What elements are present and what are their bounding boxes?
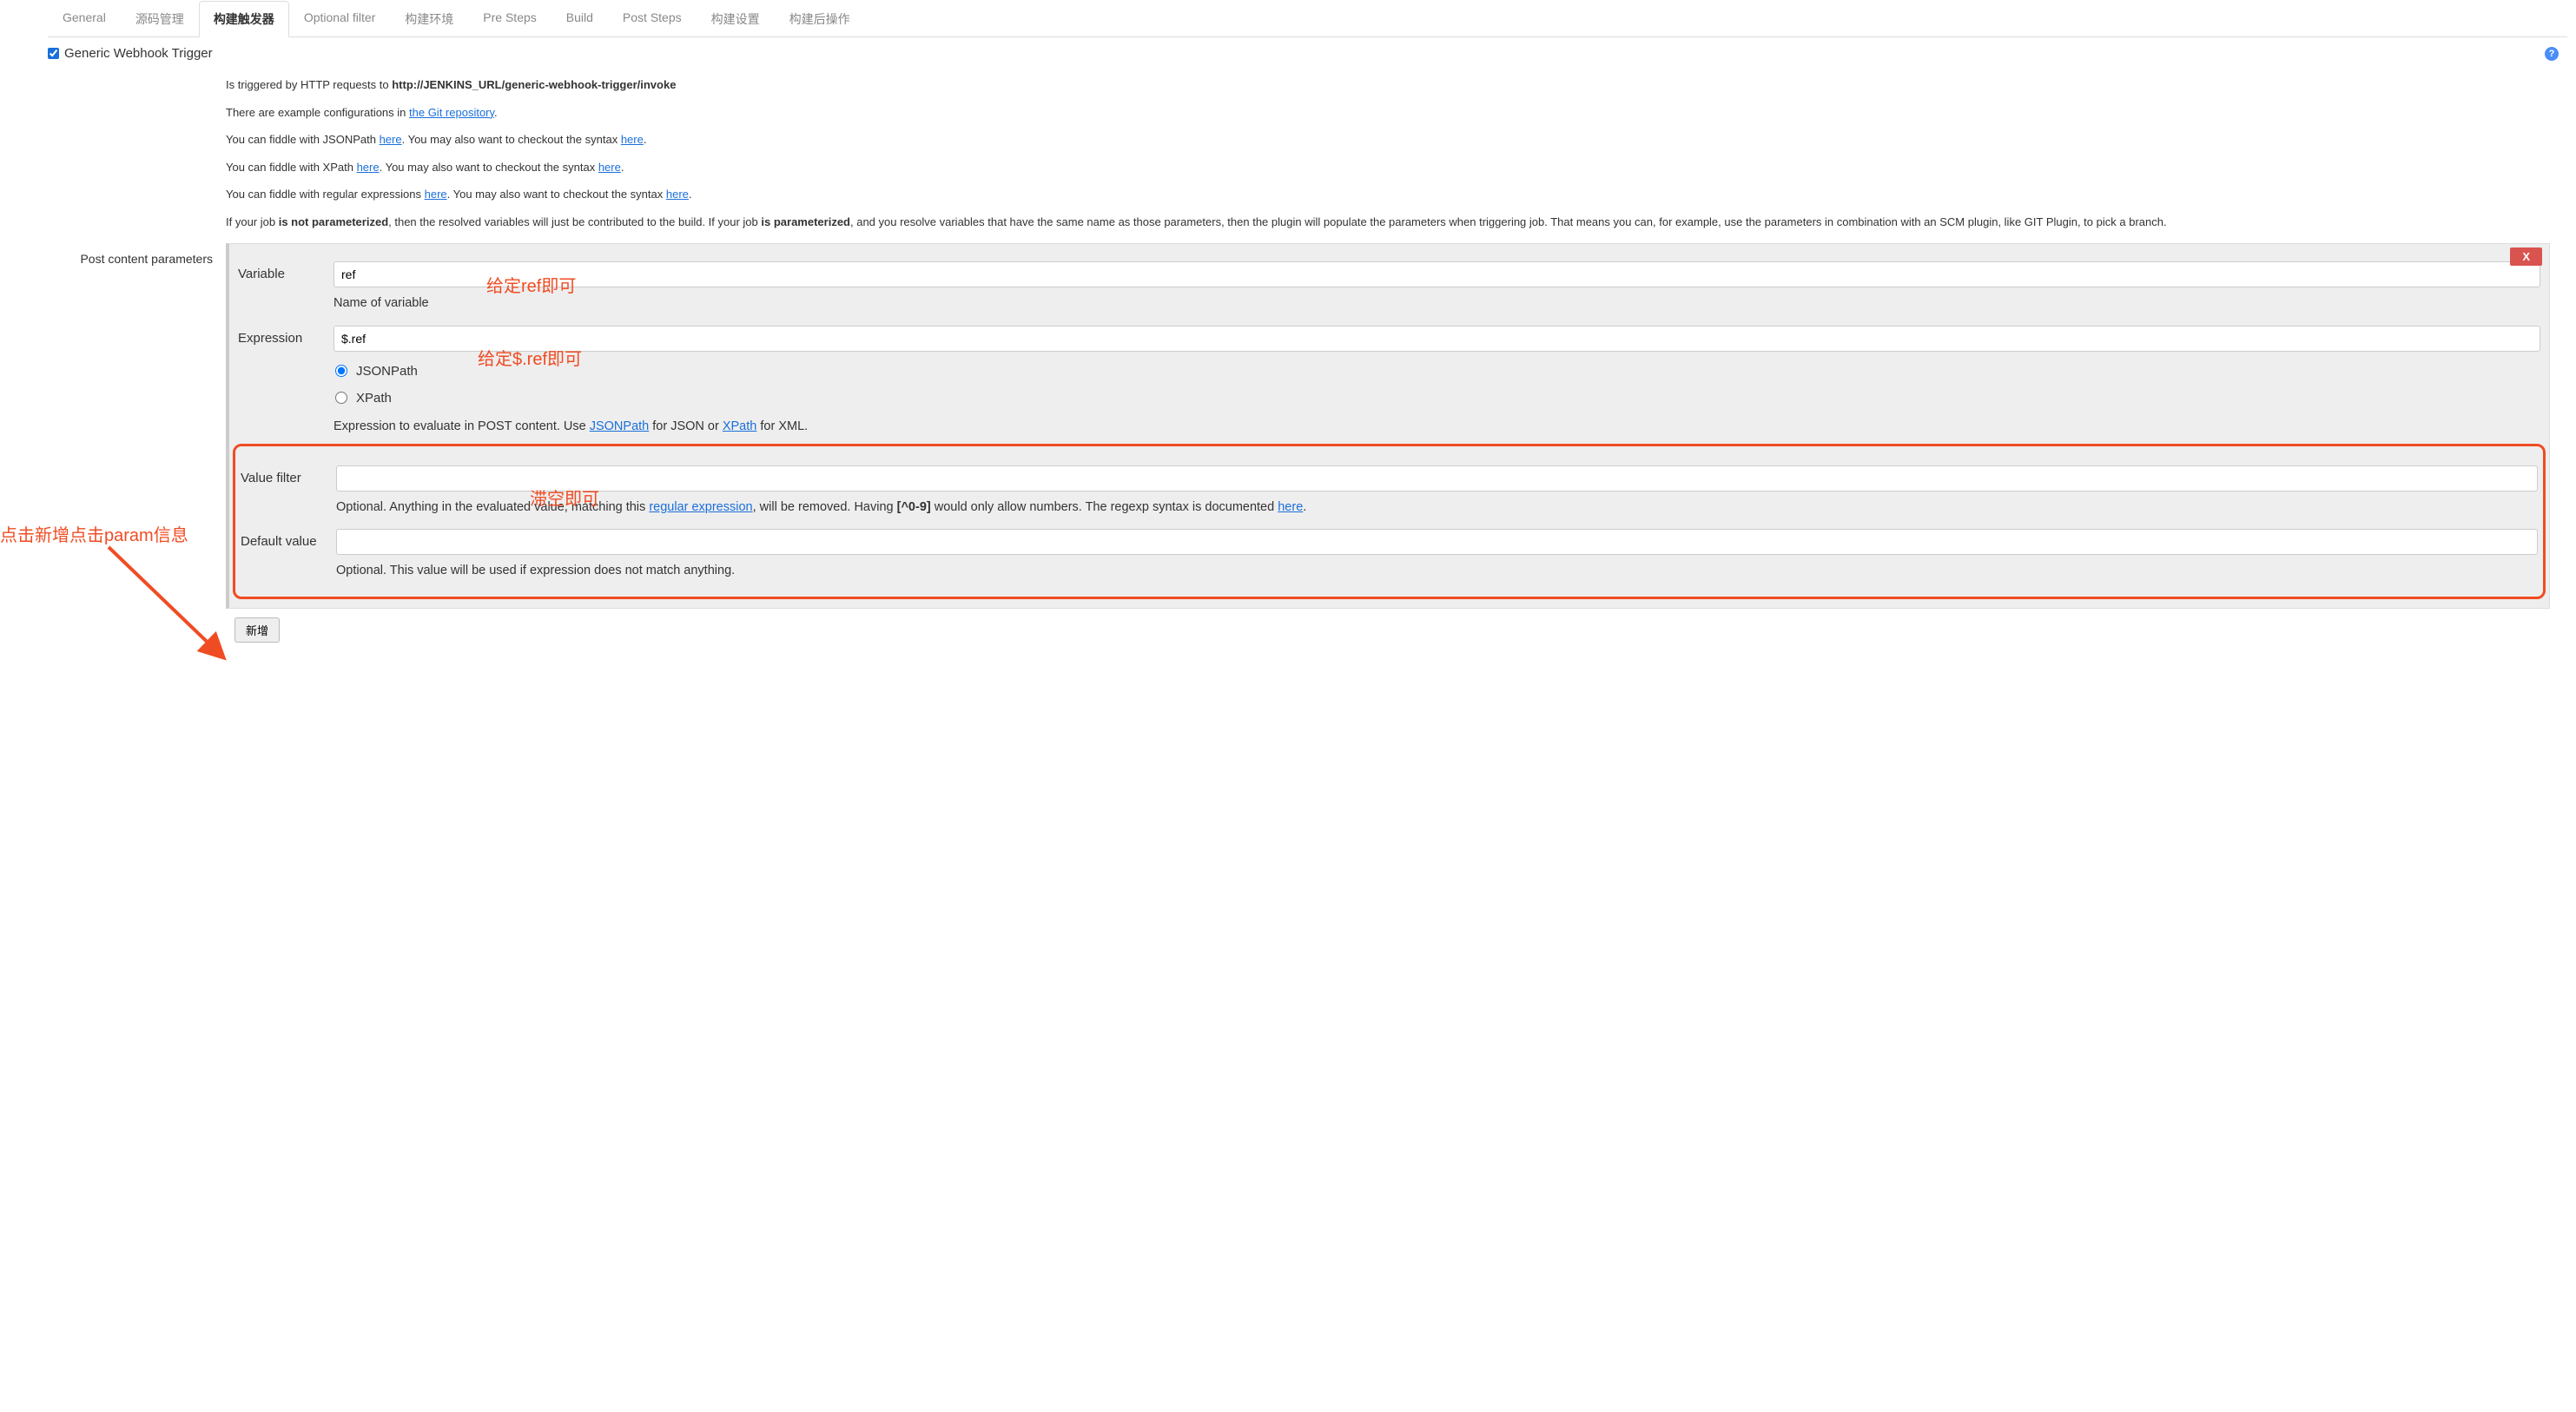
desc-p5-b: . You may also want to checkout the synt… (447, 188, 666, 201)
variable-input[interactable] (334, 261, 2540, 287)
vf-regex-link[interactable]: regular expression (649, 500, 752, 514)
desc-p1-url: http://JENKINS_URL/generic-webhook-trigg… (392, 78, 676, 91)
tab-post-actions[interactable]: 构建后操作 (775, 1, 865, 37)
default-value-label: Default value (241, 529, 336, 549)
annotation-highlight-box: Value filter Optional. Anything in the e… (233, 444, 2546, 600)
config-tabs: General 源码管理 构建触发器 Optional filter 构建环境 … (48, 0, 2567, 37)
post-content-parameters-label: Post content parameters (61, 243, 226, 609)
tab-build-env[interactable]: 构建环境 (390, 1, 468, 37)
xpath-fiddle-link[interactable]: here (357, 161, 380, 174)
desc-p6-c: , then the resolved variables will just … (388, 215, 761, 228)
variable-label: Variable (238, 261, 334, 281)
expression-help-b: for JSON or (649, 419, 723, 433)
jsonpath-syntax-link[interactable]: here (621, 133, 644, 146)
expression-label: Expression (238, 326, 334, 346)
tab-pre-steps[interactable]: Pre Steps (468, 1, 551, 37)
tab-build[interactable]: Build (552, 1, 608, 37)
vf-help-c: would only allow numbers. The regexp syn… (931, 500, 1278, 514)
desc-p5-c: . (689, 188, 692, 201)
vf-doc-link[interactable]: here (1278, 500, 1303, 514)
expression-help-c: for XML. (756, 419, 808, 433)
value-filter-input[interactable] (336, 465, 2538, 492)
value-filter-label: Value filter (241, 465, 336, 485)
git-repository-link[interactable]: the Git repository (409, 106, 494, 119)
vf-help-b: , will be removed. Having (753, 500, 897, 514)
desc-p4-b: . You may also want to checkout the synt… (380, 161, 598, 174)
parameter-panel: X Variable Name of variable Expression J… (226, 243, 2550, 609)
tab-build-triggers[interactable]: 构建触发器 (199, 1, 289, 37)
xpath-syntax-link[interactable]: here (598, 161, 621, 174)
desc-p6-b2: is parameterized (761, 215, 850, 228)
desc-p1-a: Is triggered by HTTP requests to (226, 78, 392, 91)
description-area: Is triggered by HTTP requests to http://… (226, 76, 2550, 230)
desc-p4-c: . (621, 161, 624, 174)
desc-p6-b1: is not parameterized (279, 215, 388, 228)
xpath-radio[interactable] (335, 392, 347, 404)
vf-help-bold: [^0-9] (897, 500, 931, 514)
desc-p6-a: If your job (226, 215, 279, 228)
tab-build-settings[interactable]: 构建设置 (697, 1, 775, 37)
help-icon[interactable]: ? (2545, 47, 2559, 61)
expression-xpath-link[interactable]: XPath (723, 419, 757, 433)
variable-help: Name of variable (334, 294, 2540, 313)
expression-input[interactable] (334, 326, 2540, 352)
default-value-input[interactable] (336, 529, 2538, 555)
default-value-help: Optional. This value will be used if exp… (336, 562, 2538, 581)
tab-general[interactable]: General (48, 1, 121, 37)
desc-p5-a: You can fiddle with regular expressions (226, 188, 425, 201)
desc-p6-d: , and you resolve variables that have th… (850, 215, 2167, 228)
xpath-radio-label: XPath (356, 391, 392, 406)
regex-fiddle-link[interactable]: here (425, 188, 447, 201)
section-title: Generic Webhook Trigger (64, 46, 213, 61)
jsonpath-radio-label: JSONPath (356, 364, 418, 379)
desc-p3-b: . You may also want to checkout the synt… (402, 133, 621, 146)
vf-help-d: . (1303, 500, 1306, 514)
desc-p2-a: There are example configurations in (226, 106, 409, 119)
add-parameter-button[interactable]: 新增 (234, 617, 280, 643)
tab-post-steps[interactable]: Post Steps (608, 1, 697, 37)
expression-help-a: Expression to evaluate in POST content. … (334, 419, 590, 433)
jsonpath-fiddle-link[interactable]: here (380, 133, 402, 146)
desc-p2-c: . (494, 106, 498, 119)
generic-webhook-trigger-checkbox[interactable] (48, 48, 59, 59)
desc-p4-a: You can fiddle with XPath (226, 161, 357, 174)
regex-syntax-link[interactable]: here (666, 188, 689, 201)
desc-p3-a: You can fiddle with JSONPath (226, 133, 380, 146)
tab-scm[interactable]: 源码管理 (121, 1, 199, 37)
jsonpath-radio[interactable] (335, 365, 347, 377)
expression-jsonpath-link[interactable]: JSONPath (590, 419, 650, 433)
vf-help-a: Optional. Anything in the evaluated valu… (336, 500, 649, 514)
tab-optional-filter[interactable]: Optional filter (289, 1, 390, 37)
desc-p3-c: . (644, 133, 647, 146)
delete-parameter-button[interactable]: X (2510, 247, 2542, 266)
